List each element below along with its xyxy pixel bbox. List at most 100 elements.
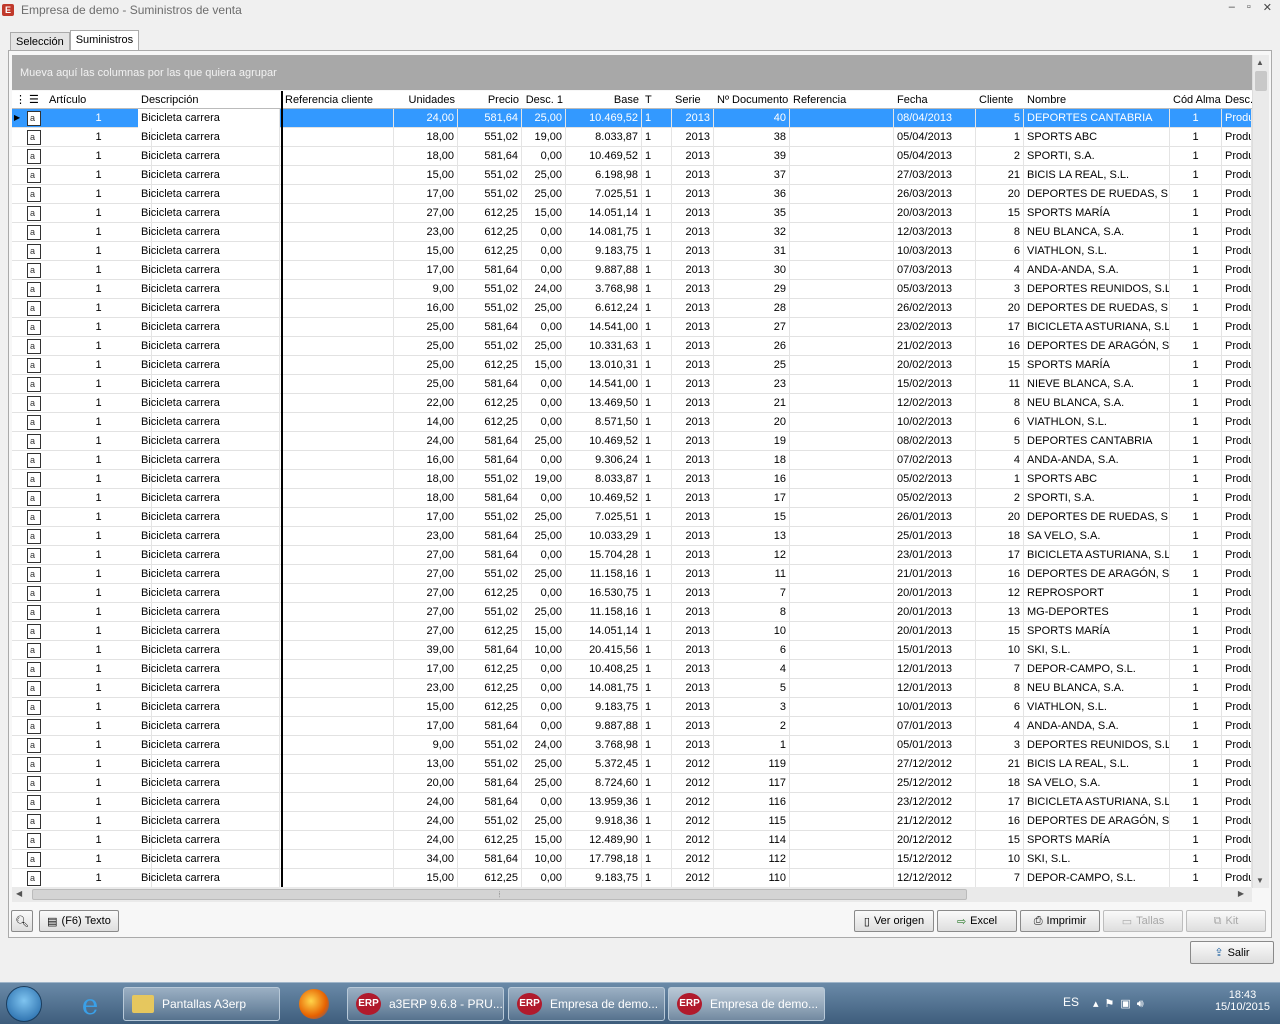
cell-referencia[interactable] — [790, 584, 894, 603]
cell-numero-documento[interactable]: 11 — [714, 565, 790, 584]
table-row[interactable]: 1Bicicleta carrera39,00581,6410,0020.415… — [12, 641, 1252, 660]
cell-articulo[interactable]: 1 — [46, 489, 152, 508]
cell-serie[interactable]: 2013 — [672, 527, 714, 546]
document-icon[interactable] — [27, 377, 41, 392]
cell-t[interactable]: 1 — [642, 508, 672, 527]
cell-descripcion[interactable]: Bicicleta carrera — [138, 755, 280, 774]
cell-t[interactable]: 1 — [642, 831, 672, 850]
ver-origen-button[interactable]: ▯ Ver origen — [854, 910, 934, 932]
column-header-desc1[interactable]: Desc. 1 — [522, 91, 566, 109]
document-icon[interactable] — [27, 833, 41, 848]
document-icon[interactable] — [27, 795, 41, 810]
cell-nombre[interactable]: DEPORTES CANTABRIA — [1024, 432, 1170, 451]
cell-articulo[interactable]: 1 — [46, 204, 152, 223]
table-row[interactable]: 1Bicicleta carrera17,00612,250,0010.408,… — [12, 660, 1252, 679]
cell-precio[interactable]: 581,64 — [458, 432, 522, 451]
cell-cod-almacen[interactable]: 1 — [1170, 280, 1222, 299]
table-row[interactable]: 1Bicicleta carrera17,00581,640,009.887,8… — [12, 261, 1252, 280]
cell-numero-documento[interactable]: 25 — [714, 356, 790, 375]
cell-cliente[interactable]: 13 — [976, 603, 1024, 622]
cell-numero-documento[interactable]: 40 — [714, 109, 790, 128]
cell-unidades[interactable]: 18,00 — [394, 128, 458, 147]
cell-serie[interactable]: 2013 — [672, 185, 714, 204]
cell-base[interactable]: 12.489,90 — [566, 831, 642, 850]
cell-articulo[interactable]: 1 — [46, 717, 152, 736]
cell-fecha[interactable]: 21/12/2012 — [894, 812, 976, 831]
table-row[interactable]: 1Bicicleta carrera24,00612,2515,0012.489… — [12, 831, 1252, 850]
cell-t[interactable]: 1 — [642, 793, 672, 812]
cell-articulo[interactable]: 1 — [46, 128, 152, 147]
cell-t[interactable]: 1 — [642, 736, 672, 755]
table-row[interactable]: 1Bicicleta carrera24,00581,6425,0010.469… — [12, 432, 1252, 451]
cell-cod-almacen[interactable]: 1 — [1170, 679, 1222, 698]
cell-referencia[interactable] — [790, 223, 894, 242]
cell-serie[interactable]: 2013 — [672, 679, 714, 698]
cell-nombre[interactable]: SPORTI, S.A. — [1024, 489, 1170, 508]
cell-unidades[interactable]: 24,00 — [394, 793, 458, 812]
document-icon[interactable] — [27, 624, 41, 639]
cell-base[interactable]: 15.704,28 — [566, 546, 642, 565]
document-icon[interactable] — [27, 263, 41, 278]
cell-articulo[interactable]: 1 — [46, 812, 152, 831]
cell-desc1[interactable]: 0,00 — [522, 375, 566, 394]
cell-base[interactable]: 6.612,24 — [566, 299, 642, 318]
cell-nombre[interactable]: DEPORTES DE RUEDAS, S.L. — [1024, 185, 1170, 204]
tallas-button[interactable]: ▭ Tallas — [1103, 910, 1183, 932]
cell-unidades[interactable]: 25,00 — [394, 337, 458, 356]
cell-base[interactable]: 8.033,87 — [566, 128, 642, 147]
cell-numero-documento[interactable]: 35 — [714, 204, 790, 223]
cell-serie[interactable]: 2013 — [672, 299, 714, 318]
column-header-base[interactable]: Base — [566, 91, 642, 109]
cell-serie[interactable]: 2013 — [672, 698, 714, 717]
cell-numero-documento[interactable]: 21 — [714, 394, 790, 413]
document-icon[interactable] — [27, 472, 41, 487]
cell-precio[interactable]: 551,02 — [458, 185, 522, 204]
cell-descripcion[interactable]: Bicicleta carrera — [138, 565, 280, 584]
scroll-thumb-horizontal[interactable]: ⦙ — [32, 889, 967, 900]
cell-referencia-cliente[interactable] — [282, 109, 394, 128]
cell-desc1[interactable]: 25,00 — [522, 565, 566, 584]
document-icon[interactable] — [27, 111, 41, 126]
document-icon[interactable] — [27, 282, 41, 297]
cell-t[interactable]: 1 — [642, 128, 672, 147]
cell-articulo[interactable]: 1 — [46, 622, 152, 641]
cell-descripcion[interactable]: Bicicleta carrera — [138, 413, 280, 432]
cell-t[interactable]: 1 — [642, 679, 672, 698]
cell-serie[interactable]: 2013 — [672, 451, 714, 470]
cell-fecha[interactable]: 21/02/2013 — [894, 337, 976, 356]
cell-descripcion[interactable]: Bicicleta carrera — [138, 337, 280, 356]
cell-fecha[interactable]: 15/12/2012 — [894, 850, 976, 869]
cell-numero-documento[interactable]: 114 — [714, 831, 790, 850]
cell-desc1[interactable]: 0,00 — [522, 793, 566, 812]
cell-descripcion[interactable]: Bicicleta carrera — [138, 698, 280, 717]
cell-fecha[interactable]: 12/03/2013 — [894, 223, 976, 242]
cell-numero-documento[interactable]: 6 — [714, 641, 790, 660]
cell-referencia[interactable] — [790, 356, 894, 375]
cell-desc1[interactable]: 25,00 — [522, 109, 566, 128]
column-header-cod-almacen[interactable]: Cód Alma — [1170, 91, 1222, 109]
tab-suministros[interactable]: Suministros — [69, 30, 140, 51]
cell-cliente[interactable]: 15 — [976, 831, 1024, 850]
cell-base[interactable]: 6.198,98 — [566, 166, 642, 185]
cell-referencia[interactable] — [790, 242, 894, 261]
cell-nombre[interactable]: DEPORTES DE RUEDAS, S.L. — [1024, 299, 1170, 318]
cell-cod-almacen[interactable]: 1 — [1170, 185, 1222, 204]
cell-serie[interactable]: 2013 — [672, 565, 714, 584]
cell-cod-almacen[interactable]: 1 — [1170, 755, 1222, 774]
cell-descripcion[interactable]: Bicicleta carrera — [138, 489, 280, 508]
cell-cod-almacen[interactable]: 1 — [1170, 299, 1222, 318]
cell-serie[interactable]: 2013 — [672, 413, 714, 432]
cell-t[interactable]: 1 — [642, 375, 672, 394]
table-row[interactable]: 1Bicicleta carrera27,00581,640,0015.704,… — [12, 546, 1252, 565]
cell-cod-almacen[interactable]: 1 — [1170, 793, 1222, 812]
cell-cliente[interactable]: 15 — [976, 622, 1024, 641]
cell-unidades[interactable]: 24,00 — [394, 432, 458, 451]
cell-desc1[interactable]: 25,00 — [522, 603, 566, 622]
cell-base[interactable]: 3.768,98 — [566, 736, 642, 755]
cell-fecha[interactable]: 10/01/2013 — [894, 698, 976, 717]
cell-cliente[interactable]: 4 — [976, 451, 1024, 470]
cell-nombre[interactable]: DEPORTES REUNIDOS, S.L. — [1024, 280, 1170, 299]
cell-nombre[interactable]: ANDA-ANDA, S.A. — [1024, 261, 1170, 280]
cell-desc[interactable]: Produ — [1222, 812, 1252, 831]
cell-base[interactable]: 8.724,60 — [566, 774, 642, 793]
